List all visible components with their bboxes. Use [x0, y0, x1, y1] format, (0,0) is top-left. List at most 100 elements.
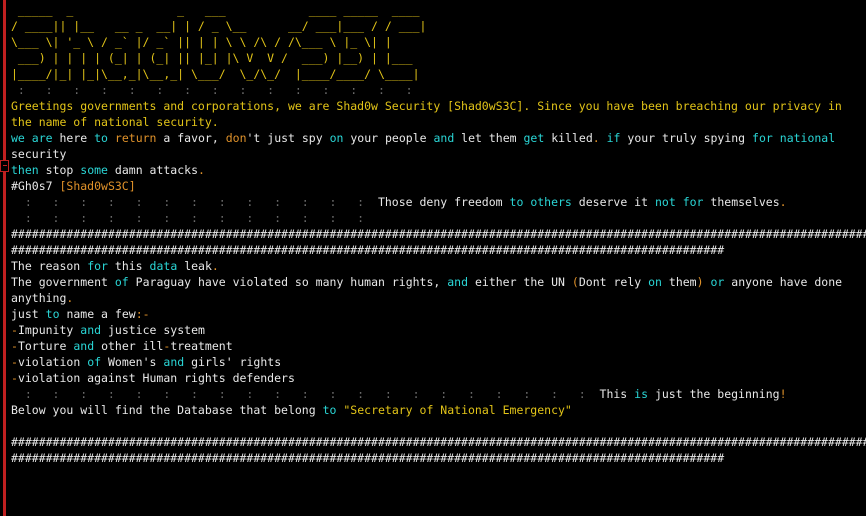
- text: girls' rights: [191, 355, 282, 369]
- punct-dot: .: [66, 291, 74, 305]
- government-line: The government of Paraguay have violated…: [11, 274, 866, 290]
- favor-line: we are here to return a favor, don't jus…: [11, 131, 836, 145]
- text: violation against Human rights defenders: [17, 371, 295, 385]
- text: anything: [11, 291, 67, 305]
- kw-and: and: [73, 339, 95, 353]
- text: other ill: [101, 339, 164, 353]
- punct-dot: .: [198, 163, 205, 177]
- punct-dash: -: [11, 323, 18, 337]
- string-literal: "Secretary of National Emergency": [343, 403, 572, 417]
- indent-guides: : : : : : : : : : : : : : : :: [11, 83, 420, 97]
- punct-paren: ): [696, 275, 704, 289]
- quote-line: : : : : : : : : : : : : : Those deny fre…: [11, 195, 787, 209]
- separator-line: ########################################…: [11, 451, 725, 465]
- kw-and: and: [80, 323, 102, 337]
- reason-line: The reason for this data leak.: [11, 258, 866, 274]
- kw-to: to: [45, 307, 60, 321]
- kw-and: and: [163, 355, 185, 369]
- signature-line: #Gh0s7 [Shad0wS3C]: [11, 178, 866, 194]
- text: Impunity: [17, 323, 74, 337]
- punct-dot: .: [779, 195, 787, 209]
- fold-marker-icon[interactable]: [0, 160, 9, 172]
- text-attacks: damn attacks: [114, 163, 199, 177]
- security-line: security: [11, 147, 67, 161]
- kw-for: for: [752, 131, 773, 145]
- kw-for: for: [682, 195, 704, 209]
- text: Dont rely: [578, 275, 642, 289]
- text-stop: stop: [45, 163, 74, 177]
- kw-are: are: [31, 131, 53, 145]
- kw-and: and: [433, 131, 455, 145]
- kw-data: data: [149, 259, 178, 273]
- punct-dash: -: [11, 371, 18, 385]
- kw-get: get: [523, 131, 545, 145]
- greeting-continuation: the name of national security.: [11, 115, 219, 129]
- punct-paren: (: [571, 275, 579, 289]
- text: Torture: [17, 339, 67, 353]
- beginning-line: : : : : : : : : : : : : : : : : : : : : …: [11, 387, 787, 401]
- gutter-bar: [3, 0, 6, 516]
- kw-of: of: [87, 355, 102, 369]
- kw-then: then: [11, 163, 39, 177]
- text: violation: [17, 355, 81, 369]
- punct-colon: :-: [135, 307, 150, 321]
- separator-line: ########################################…: [11, 227, 866, 241]
- list-item: -violation of Women's and girls' rights: [11, 354, 866, 370]
- text: The government: [11, 275, 108, 289]
- text: this: [114, 259, 143, 273]
- indent-guides: : : : : : : : : : : : : :: [11, 211, 365, 225]
- quote-text: themselves: [710, 195, 780, 209]
- ascii-line: ___) | | | | (_| | (_| || |_| |\ V V / _…: [11, 51, 420, 65]
- kw-not: not: [654, 195, 676, 209]
- punct-dash: -: [11, 355, 18, 369]
- kw-to: to: [94, 131, 108, 145]
- text: just: [11, 307, 39, 321]
- text: anyone have done: [731, 275, 843, 289]
- ascii-line: |____/|_| |_|\__,_|\__,_| \___/ \_/\_/ |…: [11, 67, 420, 81]
- ascii-line: \___ \| '_ \ / _` |/ _` || | | \ \ /\ / …: [11, 35, 420, 49]
- ascii-banner: _____ _ _ ___ ____ _____ ____ / ____|| |…: [11, 2, 866, 98]
- text-editor[interactable]: _____ _ _ ___ ____ _____ ____ / ____|| |…: [11, 0, 866, 516]
- text: treatment: [170, 339, 233, 353]
- text: Below you will find the Database that be…: [11, 403, 316, 417]
- kw-national: national: [779, 131, 836, 145]
- kw-on: on: [329, 131, 344, 145]
- text: just the beginning: [654, 387, 780, 401]
- list-item: -Torture and other ill-treatment: [11, 338, 866, 354]
- text: name a few: [66, 307, 136, 321]
- list-item: -Impunity and justice system: [11, 322, 866, 338]
- kw-if: if: [606, 131, 621, 145]
- attacks-line: then stop some damn attacks.: [11, 162, 866, 178]
- kw-we: we: [11, 131, 25, 145]
- separator-line: ########################################…: [11, 435, 866, 449]
- punct-dash: -: [11, 339, 18, 353]
- text: them: [668, 275, 697, 289]
- list-item: -violation against Human rights defender…: [11, 370, 866, 386]
- government-continuation: anything.: [11, 290, 866, 306]
- ascii-line: / ____|| |__ __ _ __| | / _ \__ __/ ___|…: [11, 19, 427, 33]
- text: Women's: [107, 355, 157, 369]
- kw-some: some: [80, 163, 108, 177]
- kw-dont: don: [225, 131, 247, 145]
- separator-line: ########################################…: [11, 243, 725, 257]
- quote-text: deserve it: [578, 195, 649, 209]
- punct-dot: .: [211, 259, 219, 273]
- kw-is: is: [634, 387, 649, 401]
- kw-and: and: [447, 275, 469, 289]
- hashtag: #Gh0s7: [11, 179, 53, 193]
- signature-tag: [Shad0wS3C]: [59, 179, 136, 193]
- text: justice system: [107, 323, 205, 337]
- kw-on: on: [648, 275, 662, 289]
- text: The reason: [11, 259, 81, 273]
- kw-others: others: [530, 195, 572, 209]
- list-intro: just to name a few:-: [11, 306, 866, 322]
- quote-text: Those deny freedom: [377, 195, 503, 209]
- kw-for: for: [87, 259, 108, 273]
- text: either the UN: [474, 275, 565, 289]
- database-line: Below you will find the Database that be…: [11, 402, 866, 418]
- punct-excl: !: [779, 387, 787, 401]
- greeting-line: Greetings governments and corporations, …: [11, 99, 842, 113]
- kw-to: to: [322, 403, 337, 417]
- kw-to: to: [509, 195, 524, 209]
